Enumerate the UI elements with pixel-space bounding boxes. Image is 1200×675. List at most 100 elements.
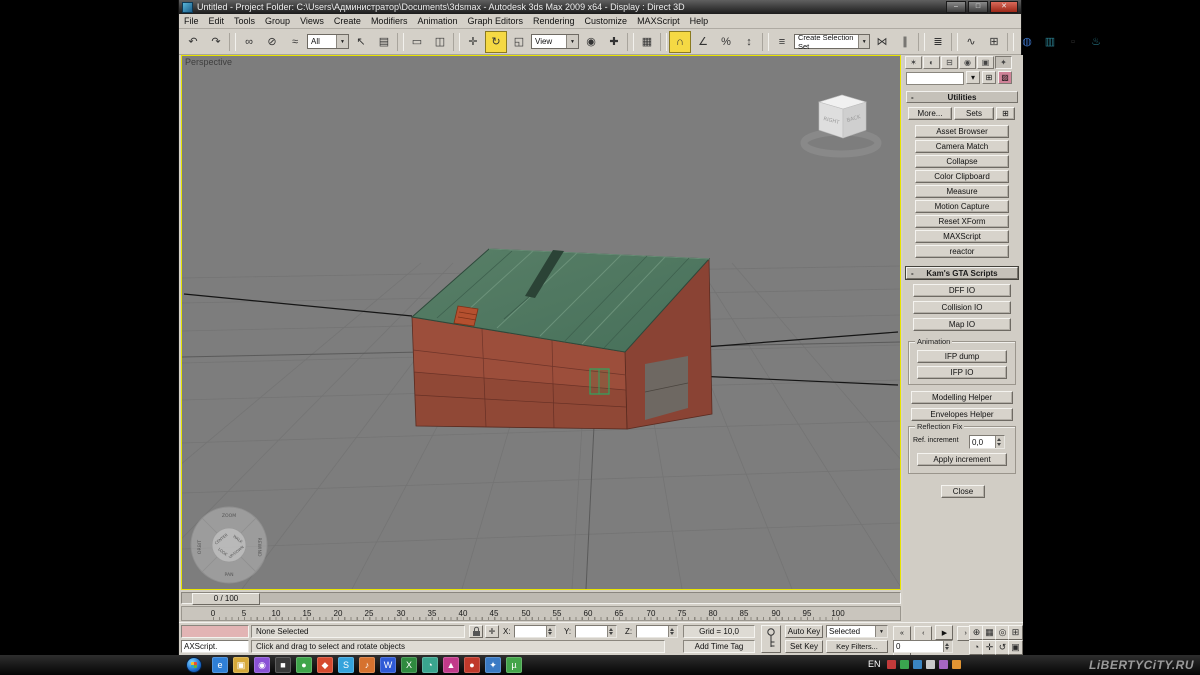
tray-icon[interactable]	[926, 660, 935, 669]
select-by-name-icon[interactable]: ▤	[373, 31, 395, 53]
select-object-icon[interactable]: ↖	[350, 31, 372, 53]
taskbar-app-icon[interactable]: ◆	[317, 657, 333, 673]
angle-snap-icon[interactable]: ∠	[692, 31, 714, 53]
panel-dropdown-icon[interactable]: ▾	[966, 71, 980, 84]
motion-capture-button[interactable]: Motion Capture	[915, 200, 1009, 213]
taskbar-app-icon[interactable]: X	[401, 657, 417, 673]
spinner-icon[interactable]	[546, 626, 555, 637]
start-button[interactable]	[186, 657, 202, 673]
zoom-extents-all-icon[interactable]: ⊞	[1008, 625, 1023, 640]
time-slider[interactable]: 0 / 100	[181, 592, 901, 604]
sets-list-icon[interactable]: ⊞	[996, 107, 1015, 120]
key-mode-dropdown[interactable]: Selected▼	[826, 625, 888, 638]
map-io-button[interactable]: Map IO	[913, 318, 1011, 331]
dff-io-button[interactable]: DFF IO	[913, 284, 1011, 297]
absolute-mode-icon[interactable]: ✛	[485, 625, 499, 638]
taskbar-app-icon[interactable]: ✦	[485, 657, 501, 673]
spinner-icon[interactable]	[607, 626, 616, 637]
menu-help[interactable]: Help	[685, 16, 714, 26]
keyboard-override-icon[interactable]: ▦	[636, 31, 658, 53]
tab-motion-icon[interactable]: ◉	[959, 56, 976, 69]
menu-edit[interactable]: Edit	[204, 16, 230, 26]
maximize-viewport-icon[interactable]: ▣	[1008, 640, 1023, 655]
maxscript-button[interactable]: MAXScript	[915, 230, 1009, 243]
previous-frame-icon[interactable]: ‹	[914, 626, 932, 641]
taskbar-app-icon[interactable]: ▲	[443, 657, 459, 673]
menu-modifiers[interactable]: Modifiers	[366, 16, 413, 26]
use-pivot-center-icon[interactable]: ◉	[580, 31, 602, 53]
taskbar-app-icon[interactable]: W	[380, 657, 396, 673]
apply-increment-button[interactable]: Apply increment	[917, 453, 1007, 466]
tray-icon[interactable]	[952, 660, 961, 669]
play-icon[interactable]: ▶	[935, 625, 953, 640]
select-and-move-icon[interactable]: ✛	[462, 31, 484, 53]
reference-coordinate-dropdown[interactable]: View ▼	[531, 34, 579, 49]
selection-filter-dropdown[interactable]: All ▼	[307, 34, 349, 49]
y-coordinate-field[interactable]	[575, 625, 617, 638]
taskbar-app-icon[interactable]: S	[338, 657, 354, 673]
wheel-orbit-label[interactable]: ORBIT	[197, 540, 203, 554]
menu-group[interactable]: Group	[260, 16, 295, 26]
asset-browser-button[interactable]: Asset Browser	[915, 125, 1009, 138]
tab-hierarchy-icon[interactable]: ⊟	[941, 56, 958, 69]
menu-file[interactable]: File	[179, 16, 204, 26]
measure-button[interactable]: Measure	[915, 185, 1009, 198]
minimize-button[interactable]: –	[946, 1, 966, 13]
envelopes-helper-button[interactable]: Envelopes Helper	[911, 408, 1013, 421]
taskbar-app-icon[interactable]: ●	[296, 657, 312, 673]
spinner-snap-icon[interactable]: ↕	[738, 31, 760, 53]
viewport-label[interactable]: Perspective	[185, 57, 232, 67]
spinner-icon[interactable]	[943, 641, 952, 652]
tray-icon[interactable]	[887, 660, 896, 669]
taskbar-app-icon[interactable]: ♪	[359, 657, 375, 673]
house-model[interactable]	[412, 249, 712, 429]
taskbar-app-icon[interactable]: ◉	[254, 657, 270, 673]
panel-name-field[interactable]	[906, 72, 964, 85]
spinner-icon[interactable]	[995, 436, 1004, 448]
more-button[interactable]: More...	[908, 107, 952, 120]
modelling-helper-button[interactable]: Modelling Helper	[911, 391, 1013, 404]
tab-display-icon[interactable]: ▣	[977, 56, 994, 69]
tab-create-icon[interactable]: ✶	[905, 56, 922, 69]
navigation-wheel[interactable]: ZOOM REWIND PAN ORBIT CENTER WALK LOOK U…	[191, 507, 267, 583]
unlink-selection-icon[interactable]: ⊘	[261, 31, 283, 53]
close-button[interactable]: ✕	[990, 1, 1018, 13]
x-coordinate-field[interactable]	[514, 625, 556, 638]
wheel-pan-label[interactable]: PAN	[224, 572, 233, 578]
key-filters-button[interactable]: Key Filters...	[826, 640, 888, 653]
bind-to-space-warp-icon[interactable]: ≈	[284, 31, 306, 53]
utilities-rollout-header[interactable]: - Utilities	[906, 91, 1018, 103]
window-crossing-icon[interactable]: ◫	[429, 31, 451, 53]
select-and-rotate-icon[interactable]: ↻	[485, 31, 507, 53]
maxscript-mini-listener[interactable]: AXScript.	[181, 640, 249, 653]
time-slider-handle[interactable]: 0 / 100	[192, 593, 260, 605]
z-coordinate-field[interactable]	[636, 625, 678, 638]
menu-rendering[interactable]: Rendering	[528, 16, 580, 26]
select-and-scale-icon[interactable]: ◱	[508, 31, 530, 53]
spinner-icon[interactable]	[668, 626, 677, 637]
align-icon[interactable]: ∥	[894, 31, 916, 53]
kams-gta-scripts-rollout-header[interactable]: - Kam's GTA Scripts	[906, 267, 1018, 279]
ref-increment-field[interactable]: 0,0	[969, 435, 1005, 449]
panel-close-button[interactable]: Close	[941, 485, 985, 498]
ifp-io-button[interactable]: IFP IO	[917, 366, 1007, 379]
language-indicator[interactable]: EN	[868, 659, 881, 669]
taskbar-app-icon[interactable]: ◔	[422, 657, 438, 673]
collapse-button[interactable]: Collapse	[915, 155, 1009, 168]
maximize-button[interactable]: □	[968, 1, 988, 13]
tray-icon[interactable]	[939, 660, 948, 669]
rendered-frame-icon[interactable]: ▫	[1062, 31, 1084, 53]
menu-animation[interactable]: Animation	[412, 16, 462, 26]
taskbar-app-icon[interactable]: e	[212, 657, 228, 673]
auto-key-button[interactable]: Auto Key	[785, 625, 823, 638]
render-setup-icon[interactable]: ▥	[1039, 31, 1061, 53]
reactor-button[interactable]: reactor	[915, 245, 1009, 258]
percent-snap-icon[interactable]: %	[715, 31, 737, 53]
collision-io-button[interactable]: Collision IO	[913, 301, 1011, 314]
tab-modify-icon[interactable]: ◐	[923, 56, 940, 69]
taskbar-app-icon[interactable]: ▣	[233, 657, 249, 673]
wheel-zoom-label[interactable]: ZOOM	[222, 513, 236, 519]
menu-maxscript[interactable]: MAXScript	[632, 16, 685, 26]
material-editor-icon[interactable]: ◍	[1016, 31, 1038, 53]
edit-named-sets-icon[interactable]: ≡	[771, 31, 793, 53]
